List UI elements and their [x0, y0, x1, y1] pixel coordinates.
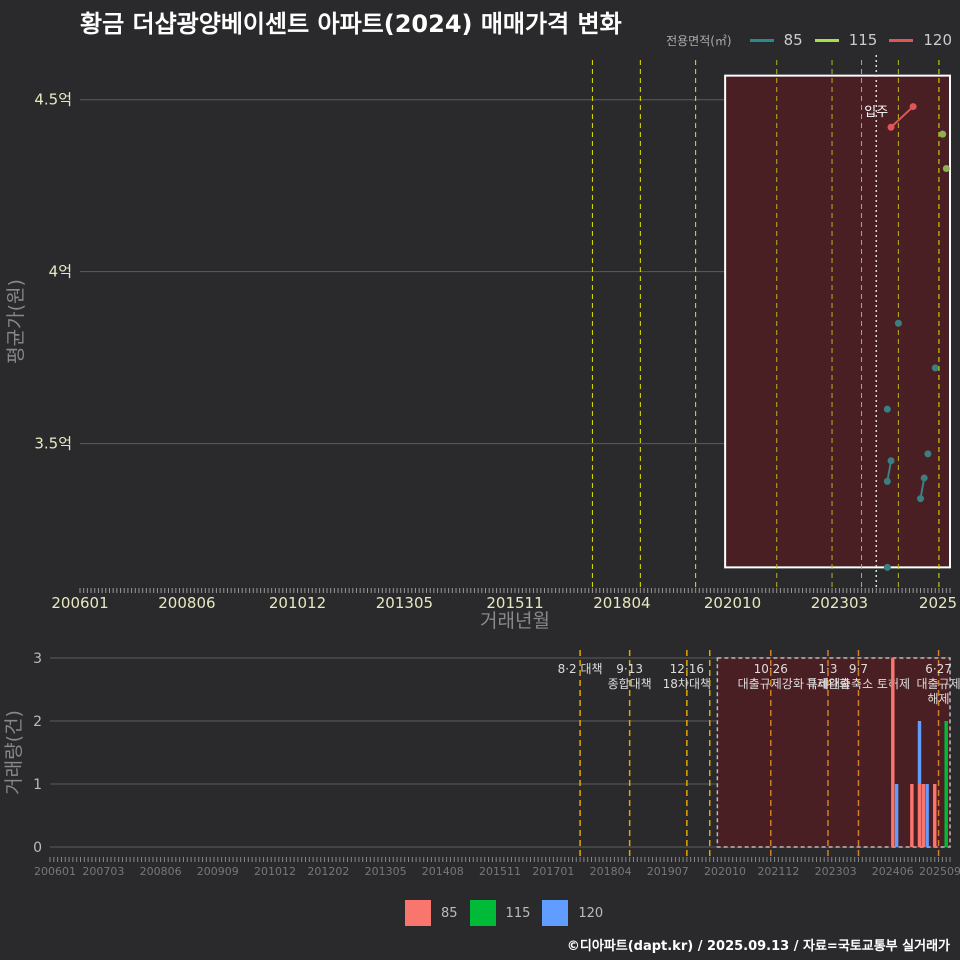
x-tick-label: 202303 [811, 594, 868, 612]
x-tick-label: 200601 [51, 594, 108, 612]
legend-box-115 [469, 900, 496, 926]
volume-bar-85 [921, 784, 926, 847]
legend-box-85 [405, 900, 431, 926]
event-label: 9·7 [849, 662, 868, 676]
chart-root: 황금 더샵광양베이센트 아파트(2024) 매매가격 변화 전용면적(㎡) 85… [0, 0, 960, 960]
price-chart: 3.5억4억4.5억입주200601 200806 201012 201305 2015… [5, 55, 957, 632]
x-tick-label: 200703 [82, 865, 124, 878]
y-axis-title: 거래량(건) [3, 710, 25, 795]
x-tick-label: 200806 [158, 594, 215, 612]
event-label: 1·3 [818, 662, 837, 676]
x-tick-label: 201305 [365, 865, 407, 878]
x-tick-label: 201012 [254, 865, 296, 878]
x-axis-title: 거래년월 [480, 610, 550, 632]
x-tick-label: 202406 [872, 865, 914, 878]
legend-bottom-item-85: 85 [405, 900, 458, 926]
y-tick-label: 4억 [49, 263, 72, 281]
x-tick-label: 200601 [34, 865, 76, 878]
event-label: 특례대출축소 토허제 [807, 677, 910, 691]
event-label: 해제 [928, 692, 950, 706]
data-point-85 [894, 319, 902, 327]
legend-bottom-label-120: 120 [578, 905, 604, 921]
x-tick-label: 202509 [919, 865, 960, 878]
data-point-120 [887, 123, 895, 131]
volume-bar-120 [917, 721, 922, 784]
data-point-85 [924, 450, 932, 458]
x-tick-label: 201012 [269, 594, 326, 612]
data-point-85 [931, 364, 939, 372]
footer-credit: ©디아파트(dapt.kr) / 2025.09.13 / 자료=국토교통부 실… [566, 939, 950, 954]
x-tick-label: 202010 [704, 865, 746, 878]
event-label: 8·2 대책 [558, 661, 603, 676]
y-tick-label: 1 [33, 777, 42, 793]
legend-bottom-label-85: 85 [441, 905, 458, 921]
data-point-85 [883, 405, 891, 413]
x-tick-label: 201511 [479, 865, 521, 878]
volume-bar-120 [894, 784, 899, 847]
data-point-115 [939, 130, 947, 138]
y-tick-label: 0 [33, 840, 42, 856]
x-tick-label: 202303 [815, 865, 857, 878]
x-tick-label: 202010 [704, 594, 761, 612]
event-label: 대출규제강화 [738, 677, 804, 691]
y-axis-title: 평균가(원) [5, 279, 27, 364]
x-tick-label: 202112 [757, 865, 799, 878]
legend-bottom-item-120: 120 [542, 900, 603, 926]
legend-bottom-item-115: 115 [469, 900, 531, 926]
x-tick-label: 200909 [197, 865, 239, 878]
legend-bottom: 85 115 120 [405, 900, 615, 926]
data-point-115 [942, 164, 950, 172]
volume-bar-85 [917, 784, 922, 847]
x-tick-label: 201804 [593, 594, 650, 612]
y-tick-label: 4.5억 [34, 91, 72, 109]
data-point-85 [920, 474, 928, 482]
volume-chart: 0 1 2 3 8·2 대책 9·13종합대책 12·1618차대책 10·26대출규제강화 1… [3, 650, 960, 878]
event-label: 9·13 [616, 662, 643, 676]
volume-bar-115 [944, 721, 948, 847]
x-tick-label: 201408 [422, 865, 464, 878]
x-tick-label: 201804 [590, 865, 632, 878]
y-tick-label: 3 [33, 651, 42, 667]
event-label: 18차대책 [663, 676, 711, 691]
event-label: 6·27 [925, 662, 952, 676]
x-tick-label: 200806 [140, 865, 182, 878]
data-point-120 [909, 103, 917, 111]
highlight-region [724, 74, 952, 569]
x-tick-label: 2025 [919, 594, 957, 612]
data-point-85 [887, 457, 895, 465]
volume-bar-85 [910, 784, 914, 847]
legend-bottom-label-115: 115 [505, 905, 531, 921]
move-in-label: 입주 [864, 105, 888, 120]
event-label: 12·16 [670, 662, 704, 676]
y-tick-label: 3.5억 [34, 435, 72, 453]
volume-bar-120 [925, 784, 929, 847]
legend-box-120 [542, 900, 569, 926]
data-point-85 [883, 563, 891, 571]
x-tick-label: 201701 [532, 865, 574, 878]
x-tick-label: 201305 [376, 594, 433, 612]
x-tick-label: 201907 [647, 865, 689, 878]
data-point-85 [883, 477, 891, 485]
data-point-85 [917, 495, 925, 503]
event-label: 10·26 [754, 662, 788, 676]
volume-bar-85 [891, 658, 895, 847]
volume-bar-85 [933, 784, 937, 847]
x-tick-label: 201202 [307, 865, 349, 878]
y-tick-label: 2 [33, 714, 42, 730]
event-label: 종합대책 [608, 676, 652, 691]
event-label: 대출규제 [916, 677, 960, 691]
